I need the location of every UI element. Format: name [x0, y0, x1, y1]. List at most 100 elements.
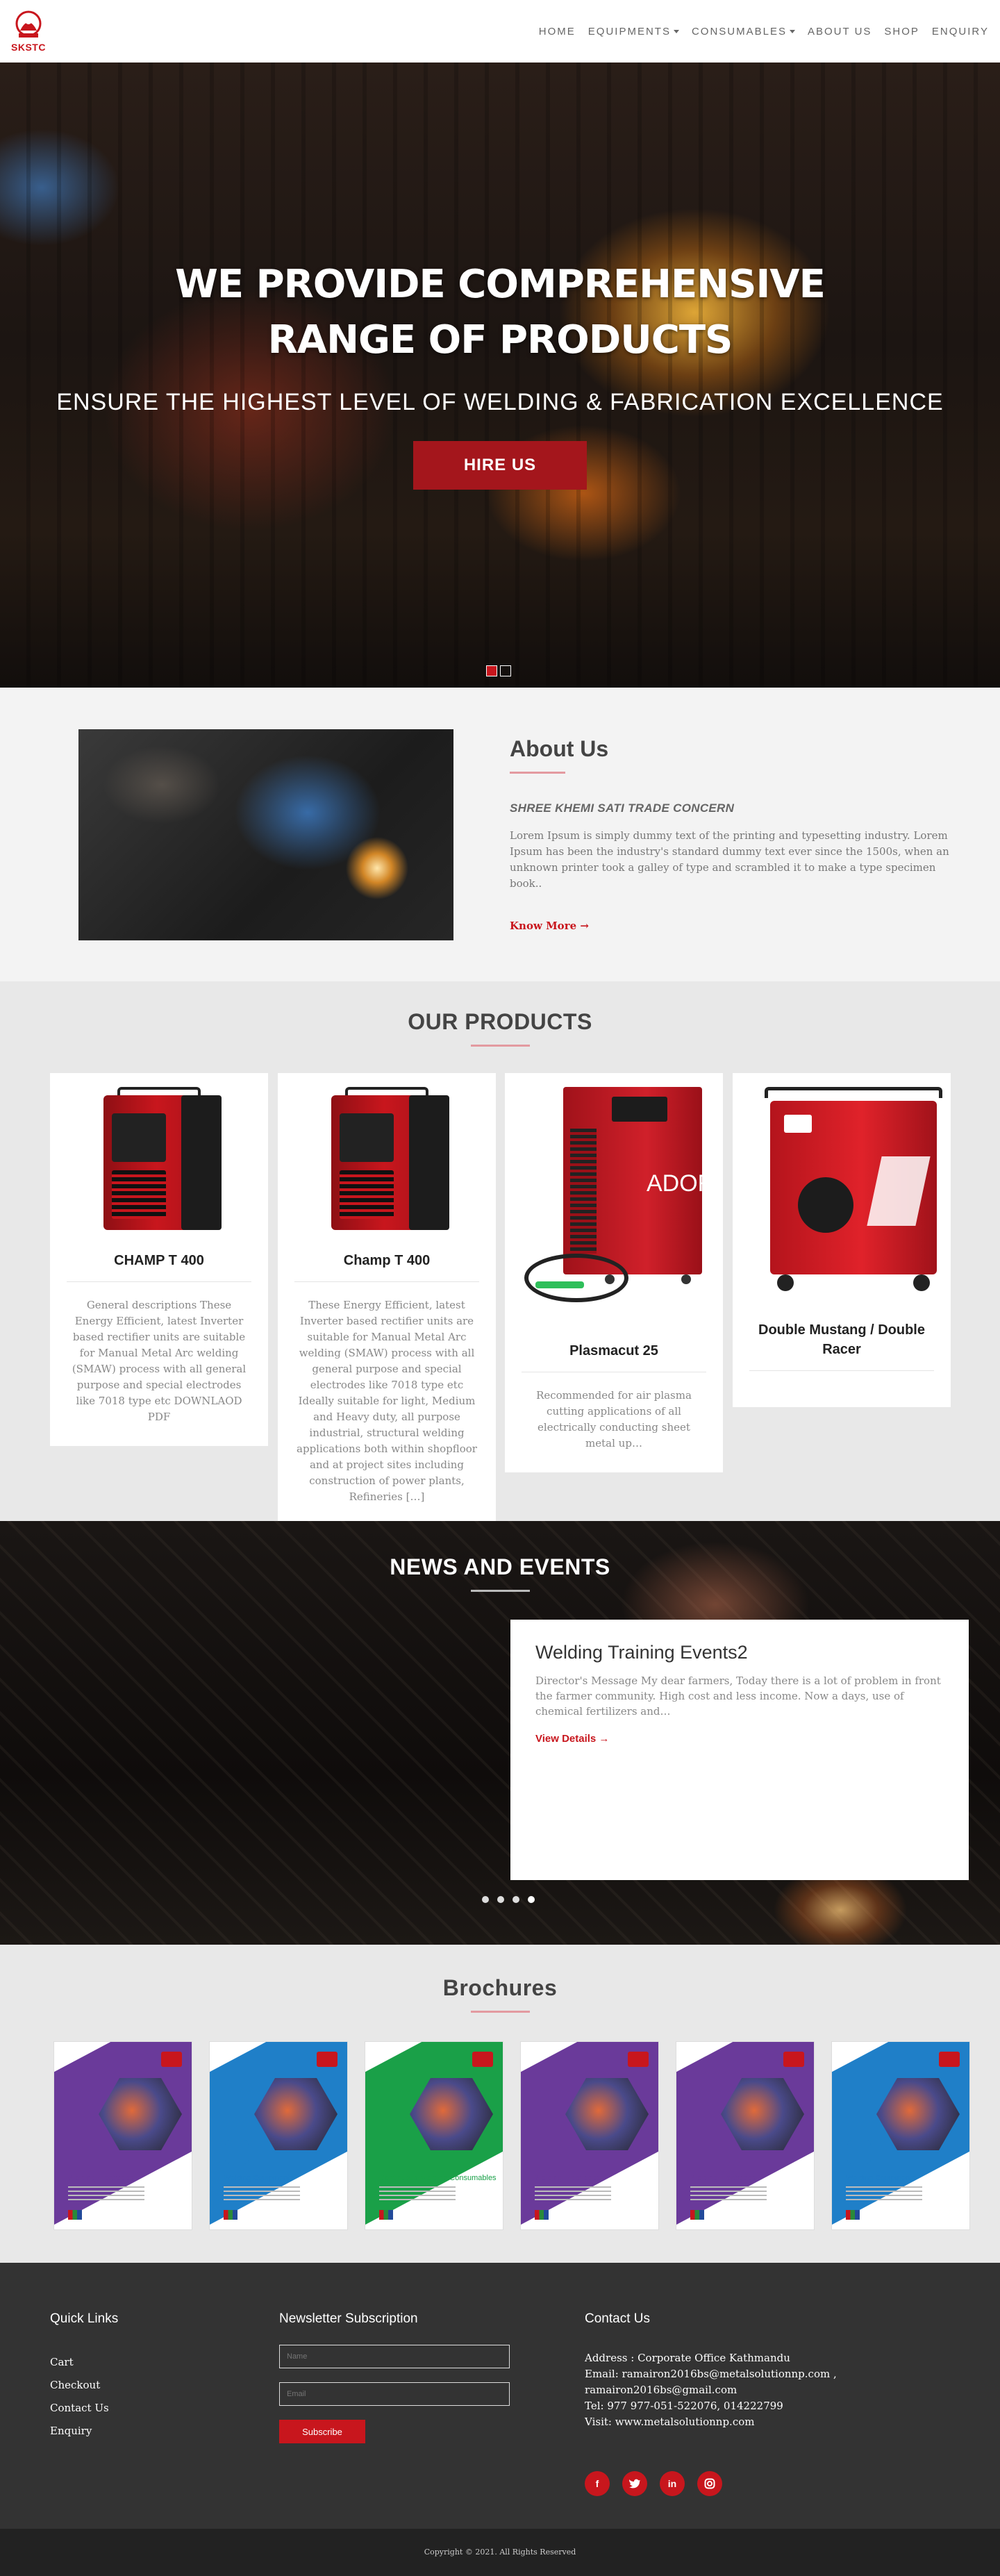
contact-website[interactable]: Visit: www.metalsolutionnp.com	[585, 2414, 876, 2430]
linkedin-icon[interactable]: in	[660, 2471, 685, 2496]
brochure-card[interactable]: Welding Electrodes	[521, 2042, 658, 2229]
title-underline	[470, 1045, 530, 1047]
nav-shop[interactable]: SHOP	[884, 26, 919, 38]
news-card-title[interactable]: Welding Training Events2	[535, 1642, 944, 1663]
newsletter-email-input[interactable]	[279, 2382, 510, 2406]
slider-dot[interactable]	[497, 1896, 504, 1903]
brochure-footer-logo	[535, 2210, 549, 2220]
brochure-title: Continuous Welding Consumables	[379, 2174, 497, 2182]
title-underline	[510, 772, 565, 774]
brochure-logo-icon	[472, 2052, 493, 2067]
instagram-icon[interactable]	[697, 2471, 722, 2496]
brochure-footer-logo	[224, 2210, 238, 2220]
product-name[interactable]: Plasmacut 25	[522, 1341, 706, 1361]
product-divider	[294, 1281, 479, 1282]
brochures-title: Brochures	[442, 1975, 558, 2000]
brochure-text-lines	[846, 2186, 922, 2200]
brochure-title: Welding Equipments	[846, 2174, 916, 2182]
newsletter-name-input[interactable]	[279, 2345, 510, 2368]
nav-equipments[interactable]: EQUIPMENTS	[588, 26, 679, 38]
contact-heading: Contact Us	[585, 2311, 650, 2326]
welder-photo	[78, 729, 453, 940]
slider-indicators	[486, 665, 511, 676]
about-body: Lorem Ipsum is simply dummy text of the …	[510, 829, 949, 890]
news-slider-indicators	[482, 1896, 535, 1903]
brochure-category-icon	[692, 2141, 715, 2164]
product-description: These Energy Efficient, latest Inverter …	[297, 1299, 477, 1503]
product-brand-text: ADOR	[647, 1170, 715, 1197]
facebook-icon[interactable]: f	[585, 2471, 610, 2496]
brochure-card[interactable]: Continuous Welding Consumables	[365, 2042, 503, 2229]
newsletter-heading: Newsletter Subscription	[279, 2311, 418, 2326]
product-name[interactable]: Double Mustang / Double Racer	[749, 1320, 934, 1359]
footer-link-contact-us[interactable]: Contact Us	[50, 2402, 109, 2414]
product-card[interactable]: ADOR Plasmacut 25 Recommended for air pl…	[505, 1073, 723, 1472]
brochure-text-lines	[68, 2186, 144, 2200]
hire-us-button[interactable]: HIRE US	[413, 441, 587, 490]
brochure-title: Welding Equipments	[224, 2174, 294, 2182]
product-divider	[749, 1370, 934, 1371]
brochure-footer-logo	[846, 2210, 860, 2220]
news-card: Welding Training Events2 Director's Mess…	[510, 1620, 969, 1880]
brochure-logo-icon	[783, 2052, 804, 2067]
slider-dot[interactable]	[528, 1896, 535, 1903]
brochure-text-lines	[535, 2186, 611, 2200]
slider-dot[interactable]	[486, 665, 497, 676]
contact-email[interactable]: Email: ramairon2016bs@metalsolutionnp.co…	[585, 2366, 876, 2382]
nav-consumables-label: CONSUMABLES	[691, 25, 787, 38]
brochure-card[interactable]: Welding Equipments	[832, 2042, 969, 2229]
brochure-card[interactable]: Welding Equipments	[210, 2042, 347, 2229]
contact-email-alt[interactable]: ramairon2016bs@gmail.com	[585, 2382, 876, 2398]
title-underline	[470, 2011, 530, 2013]
nav-home[interactable]: HOME	[539, 26, 576, 38]
product-card[interactable]: Champ T 400 These Energy Efficient, late…	[278, 1073, 496, 1526]
product-name[interactable]: CHAMP T 400	[67, 1251, 251, 1270]
brochures-section: Brochures Welding Electrodes Welding Equi…	[0, 1945, 1000, 2263]
slider-dot[interactable]	[512, 1896, 519, 1903]
contact-phone: Tel: 977 977-051-522076, 014222799	[585, 2400, 783, 2412]
brochure-text-lines	[224, 2186, 300, 2200]
brochure-title: Welding Electrodes	[690, 2174, 756, 2182]
brochure-title: Welding Electrodes	[68, 2174, 134, 2182]
hero-subtitle: ENSURE THE HIGHEST LEVEL OF WELDING & FA…	[56, 389, 944, 415]
product-card[interactable]: CHAMP T 400 General descriptions These E…	[50, 1073, 268, 1446]
products-title: OUR PRODUCTS	[408, 1009, 592, 1034]
brochure-category-icon	[847, 2141, 871, 2164]
brochure-text-lines	[690, 2186, 767, 2200]
footer-link-cart[interactable]: Cart	[50, 2356, 109, 2368]
brochure-card[interactable]: Welding Electrodes	[54, 2042, 192, 2229]
product-image: ADOR	[522, 1080, 715, 1330]
about-company-name: SHREE KHEMI SATI TRADE CONCERN	[510, 801, 735, 815]
brochure-text-lines	[379, 2186, 456, 2200]
logo-text: SKSTC	[11, 42, 46, 53]
social-links: f in	[585, 2471, 722, 2496]
view-details-link[interactable]: View Details →	[535, 1733, 609, 1745]
brochure-category-icon	[225, 2141, 249, 2164]
main-menu: HOME EQUIPMENTS CONSUMABLES ABOUT US SHO…	[539, 26, 989, 38]
product-name[interactable]: Champ T 400	[294, 1251, 479, 1270]
site-logo[interactable]: SKSTC	[11, 5, 46, 58]
brochure-card[interactable]: Welding Electrodes	[676, 2042, 814, 2229]
copyright-bar: Copyright © 2021. All Rights Reserved	[0, 2529, 1000, 2576]
news-title: NEWS AND EVENTS	[390, 1554, 610, 1579]
top-navbar: SKSTC HOME EQUIPMENTS CONSUMABLES ABOUT …	[0, 0, 1000, 63]
hero-slider: WE PROVIDE COMPREHENSIVE RANGE OF PRODUC…	[0, 63, 1000, 688]
nav-enquiry[interactable]: ENQUIRY	[932, 26, 989, 38]
news-card-body: Director's Message My dear farmers, Toda…	[535, 1675, 941, 1718]
footer-link-checkout[interactable]: Checkout	[50, 2379, 109, 2391]
nav-about-us[interactable]: ABOUT US	[808, 26, 872, 38]
nav-consumables[interactable]: CONSUMABLES	[692, 26, 795, 38]
product-card[interactable]: Double Mustang / Double Racer	[733, 1073, 951, 1407]
slider-dot[interactable]	[482, 1896, 489, 1903]
twitter-icon[interactable]	[622, 2471, 647, 2496]
chevron-down-icon	[673, 30, 679, 34]
about-section: About Us SHREE KHEMI SATI TRADE CONCERN …	[0, 688, 1000, 981]
slider-dot[interactable]	[500, 665, 511, 676]
products-section: OUR PRODUCTS CHAMP T 400 General descrip…	[0, 981, 1000, 1526]
brochure-category-icon	[381, 2141, 404, 2164]
subscribe-button[interactable]: Subscribe	[279, 2420, 365, 2443]
know-more-link[interactable]: Know More →	[510, 920, 589, 932]
about-title: About Us	[510, 736, 609, 761]
product-description: Recommended for air plasma cutting appli…	[536, 1389, 692, 1449]
footer-link-enquiry[interactable]: Enquiry	[50, 2425, 109, 2437]
